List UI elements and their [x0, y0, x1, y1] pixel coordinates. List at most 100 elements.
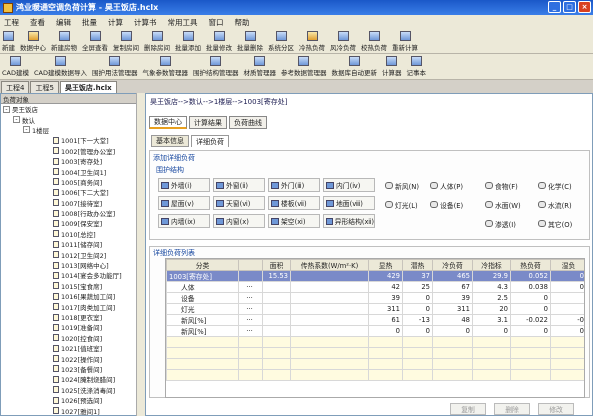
- tree-node-floor[interactable]: -1楼层: [1, 125, 137, 135]
- menu-item[interactable]: 编辑: [56, 17, 71, 28]
- tree-room-item[interactable]: 1006[下二大堂]: [1, 187, 137, 197]
- menu-item[interactable]: 查看: [30, 17, 45, 28]
- infiltration-button[interactable]: 渗透(I): [485, 218, 516, 229]
- minimize-button[interactable]: _: [548, 1, 561, 13]
- menu-item[interactable]: 帮助: [235, 17, 250, 28]
- chemical-button[interactable]: 化学(C): [538, 180, 572, 191]
- col-more[interactable]: [238, 259, 263, 271]
- system-zone-button[interactable]: 系统分区: [268, 30, 294, 52]
- fresh-air-button[interactable]: 新风(N): [385, 180, 419, 191]
- tree-room-item[interactable]: 1026[预选间]: [1, 395, 137, 405]
- table-row[interactable]: 新风[%] ··· 61 -13 48 3.1 -0.022 -0: [166, 314, 584, 326]
- tree-room-item[interactable]: 1020[控食间]: [1, 333, 137, 343]
- table-row[interactable]: 设备 ··· 39 0 39 2.5 0: [166, 292, 584, 304]
- collapse-icon[interactable]: -: [23, 126, 30, 134]
- envelope-structure-button[interactable]: 围护结构管理器: [193, 56, 239, 77]
- collapse-icon[interactable]: -: [3, 105, 10, 113]
- col-latent[interactable]: 潜热: [402, 259, 433, 271]
- weather-params-button[interactable]: 气象参数管理器: [143, 56, 188, 77]
- batch-edit-button[interactable]: 批量修改: [206, 30, 232, 52]
- tree-room-item[interactable]: 1018[更衣室]: [1, 312, 137, 322]
- recalculate-button[interactable]: 重新计算: [392, 30, 418, 52]
- air-load-button[interactable]: 风冷负荷: [330, 30, 356, 52]
- tree-room-item[interactable]: 1022[操作间]: [1, 353, 137, 364]
- close-button[interactable]: ×: [578, 1, 591, 13]
- tree-room-item[interactable]: 1013[网络中心]: [1, 260, 137, 270]
- col-cooling-load[interactable]: 冷负荷: [432, 259, 473, 271]
- col-sensible[interactable]: 显热: [368, 259, 403, 271]
- food-button[interactable]: 食物(F): [485, 180, 518, 191]
- cell-more[interactable]: ···: [238, 292, 263, 304]
- human-button[interactable]: 人体(P): [430, 180, 463, 191]
- tree-room-item[interactable]: 1005[商务间]: [1, 177, 137, 187]
- fullscreen-button[interactable]: 全屏查看: [82, 30, 108, 52]
- interior-wall-button[interactable]: 内墙(ⅸ): [158, 214, 210, 228]
- ground-button[interactable]: 地面(ⅷ): [323, 196, 375, 210]
- tree-room-item[interactable]: 1024[腌制烧腊间]: [1, 374, 137, 384]
- reference-data-button[interactable]: 参考数据管理器: [281, 56, 327, 77]
- material-manager-button[interactable]: 材质管理器: [244, 56, 276, 77]
- delete-button[interactable]: 删除: [494, 403, 530, 415]
- tab-load-curve[interactable]: 负荷曲线: [229, 116, 267, 129]
- tab-data-center[interactable]: 数据中心: [149, 116, 187, 129]
- envelope-usage-button[interactable]: 围护用法管理器: [92, 56, 138, 77]
- new-building-button[interactable]: 新建房物: [51, 30, 77, 52]
- tree-room-item[interactable]: 1003[寄存处]: [1, 156, 137, 166]
- tree-room-item[interactable]: 1014[宴会多功能厅]: [1, 270, 137, 280]
- tab-basic-info[interactable]: 基本信息: [151, 135, 189, 147]
- col-area[interactable]: 面积: [262, 259, 291, 271]
- col-heating-load[interactable]: 热负荷: [510, 259, 551, 271]
- table-row[interactable]: 灯光 ··· 311 0 311 20 0: [166, 303, 584, 315]
- tree-room-item[interactable]: 1011[储存间]: [1, 239, 137, 249]
- table-row[interactable]: 新风[%] ··· 0 0 0 0 0 0: [166, 325, 584, 337]
- tree-root[interactable]: - 昊王饭店: [1, 104, 137, 114]
- cad-import-button[interactable]: CAD建模数据导入: [34, 56, 87, 77]
- new-button[interactable]: 新建: [2, 30, 15, 52]
- col-u-value[interactable]: 传热系数(W/m²·K): [290, 259, 369, 271]
- exterior-window-button[interactable]: 外窗(ⅱ): [213, 178, 265, 192]
- heat-load-button[interactable]: 冷热负荷: [299, 30, 325, 52]
- tab-calc-results[interactable]: 计算结果: [189, 116, 227, 129]
- tree-room-item[interactable]: 1008[行政办公室]: [1, 208, 137, 218]
- cell-more[interactable]: ···: [238, 303, 263, 315]
- tree-room-item[interactable]: 1027[雅间1]: [1, 405, 137, 415]
- batch-add-button[interactable]: 批量添加: [175, 30, 201, 52]
- copy-button[interactable]: 复制: [450, 403, 486, 415]
- menu-item[interactable]: 计算: [108, 17, 123, 28]
- floor-slab-button[interactable]: 楼板(ⅶ): [268, 196, 320, 210]
- other-load-button[interactable]: 其它(O): [538, 218, 572, 229]
- col-category[interactable]: 分类: [166, 259, 239, 271]
- cell-more[interactable]: ···: [238, 314, 263, 326]
- tree-room-item[interactable]: 1017[肉类加工间]: [1, 301, 137, 312]
- cell-more[interactable]: ···: [238, 325, 263, 337]
- tree-room-item[interactable]: 1025[洗涤消毒间]: [1, 385, 137, 395]
- col-humidity-load[interactable]: 湿负: [550, 259, 584, 271]
- menu-item[interactable]: 计算书: [134, 17, 157, 28]
- interior-window-button[interactable]: 内窗(ⅹ): [213, 214, 265, 228]
- tree-room-item[interactable]: 1023[备餐间]: [1, 364, 137, 374]
- edit-button[interactable]: 修改: [538, 403, 574, 415]
- tree-room-item[interactable]: 1007[接待室]: [1, 198, 137, 208]
- tree-room-item[interactable]: 1021[值班室]: [1, 343, 137, 353]
- cell-more[interactable]: ···: [238, 281, 263, 293]
- exterior-door-button[interactable]: 外门(ⅲ): [268, 178, 320, 192]
- tab-detailed-load[interactable]: 详细负荷: [191, 135, 229, 147]
- table-row[interactable]: 人体 ··· 42 25 67 4.3 0.038 0: [166, 281, 584, 293]
- menu-item[interactable]: 批量: [82, 17, 97, 28]
- menu-item[interactable]: 常用工具: [168, 17, 198, 28]
- doc-tab-active[interactable]: 昊王饭店.hclx: [59, 81, 117, 93]
- skylight-button[interactable]: 天窗(ⅵ): [213, 196, 265, 210]
- batch-delete-button[interactable]: 批量删除: [237, 30, 263, 52]
- tree-room-item[interactable]: 1004[卫生间1]: [1, 166, 137, 177]
- tree-scrollbar[interactable]: [136, 93, 145, 416]
- roof-button[interactable]: 屋面(ⅴ): [158, 196, 210, 210]
- equipment-button[interactable]: 设备(E): [430, 199, 463, 210]
- cell-more[interactable]: [238, 270, 263, 282]
- copy-room-button[interactable]: 复制房间: [113, 30, 139, 52]
- delete-room-button[interactable]: 删除房间: [144, 30, 170, 52]
- overhead-button[interactable]: 架空(ⅺ): [268, 214, 320, 228]
- db-update-button[interactable]: 数据库自动更新: [332, 56, 377, 77]
- maximize-button[interactable]: □: [563, 1, 576, 13]
- tree-room-item[interactable]: 1010[总控]: [1, 229, 137, 239]
- tree-room-item[interactable]: 1012[卫生间2]: [1, 249, 137, 260]
